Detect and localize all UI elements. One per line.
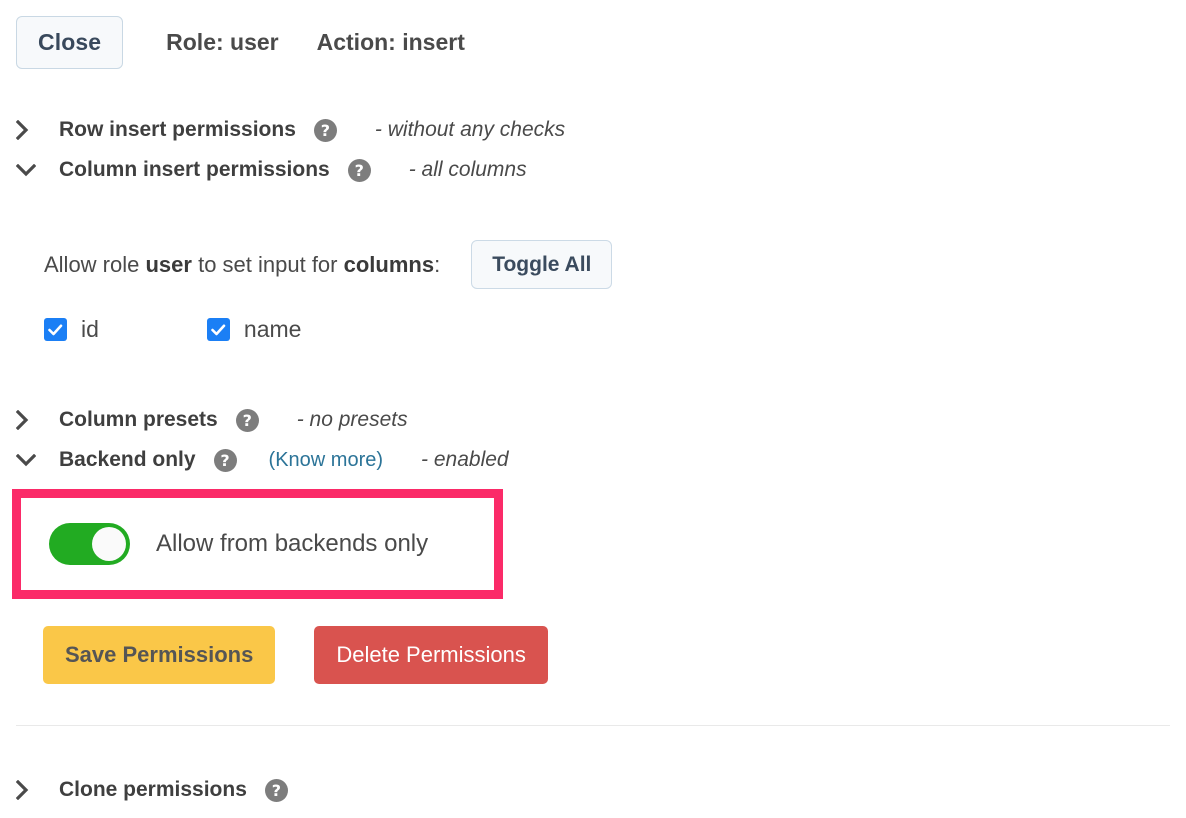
delete-permissions-button[interactable]: Delete Permissions (314, 626, 548, 684)
section-note: - all columns (408, 158, 527, 181)
allow-role-name: user (145, 251, 192, 277)
column-checkbox-group: id name (44, 316, 301, 343)
toggle-knob (92, 527, 126, 561)
permissions-panel: Close Role: user Action: insert Row inse… (0, 0, 1186, 818)
backend-only-highlight-box: Allow from backends only (12, 489, 503, 599)
close-button[interactable]: Close (16, 16, 124, 69)
section-clone-permissions[interactable]: Clone permissions ? (16, 775, 288, 805)
checkbox-checked-icon[interactable] (206, 318, 230, 341)
column-checkbox-name[interactable]: name (206, 316, 302, 343)
allow-suffix: : (434, 251, 441, 277)
allow-role-text: Allow role user to set input for columns… (44, 252, 440, 278)
toggle-all-button[interactable]: Toggle All (471, 240, 613, 289)
help-icon[interactable]: ? (347, 158, 371, 182)
help-icon[interactable]: ? (235, 408, 259, 432)
help-icon[interactable]: ? (264, 778, 288, 802)
toggle-label: Allow from backends only (156, 530, 429, 557)
chevron-right-icon[interactable] (16, 120, 38, 140)
section-title[interactable]: Column insert permissions (59, 158, 330, 182)
allow-target: columns (343, 251, 435, 277)
chevron-right-icon[interactable] (16, 780, 38, 800)
section-title[interactable]: Column presets (59, 408, 218, 432)
chevron-right-icon[interactable] (16, 410, 38, 430)
section-column-insert-permissions[interactable]: Column insert permissions ? - all column… (16, 155, 527, 185)
section-title[interactable]: Clone permissions (59, 778, 247, 802)
column-label: name (243, 316, 302, 342)
section-row-insert-permissions[interactable]: Row insert permissions ? - without any c… (16, 115, 565, 145)
section-divider (16, 725, 1170, 726)
help-icon[interactable]: ? (213, 448, 237, 472)
section-note: - without any checks (374, 118, 566, 141)
know-more-link[interactable]: (Know more) (269, 449, 383, 472)
chevron-down-icon[interactable] (16, 453, 38, 467)
action-buttons: Save Permissions Delete Permissions (43, 626, 548, 684)
allow-prefix: Allow role (44, 251, 146, 277)
section-title[interactable]: Backend only (59, 448, 196, 472)
column-label: id (81, 316, 99, 342)
section-note: - no presets (296, 408, 408, 431)
allow-middle: to set input for (191, 251, 344, 277)
panel-header: Close Role: user Action: insert (16, 16, 465, 69)
save-permissions-button[interactable]: Save Permissions (43, 626, 276, 684)
section-title[interactable]: Row insert permissions (59, 118, 296, 142)
section-backend-only[interactable]: Backend only ? (Know more) - enabled (16, 445, 509, 475)
help-icon[interactable]: ? (313, 118, 337, 142)
allow-role-line: Allow role user to set input for columns… (44, 240, 613, 289)
checkbox-checked-icon[interactable] (44, 318, 67, 341)
chevron-down-icon[interactable] (16, 163, 38, 177)
allow-from-backends-only-toggle[interactable] (49, 523, 130, 565)
role-label: Role: user (166, 29, 279, 55)
section-column-presets[interactable]: Column presets ? - no presets (16, 405, 408, 435)
section-note: - enabled (421, 448, 509, 471)
column-checkbox-id[interactable]: id (44, 316, 99, 343)
action-label: Action: insert (316, 29, 465, 55)
header-meta: Role: user Action: insert (166, 29, 465, 56)
